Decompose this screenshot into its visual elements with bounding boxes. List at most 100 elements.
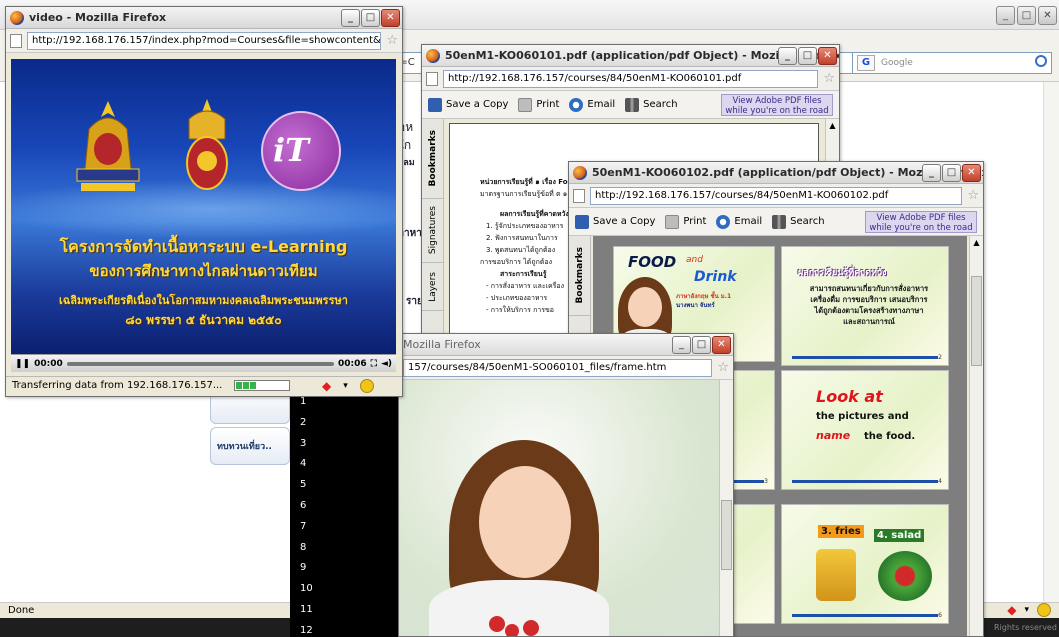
maximize-button[interactable]: □ [692, 336, 711, 354]
list-item[interactable]: 11 [290, 600, 400, 621]
frame-scrollbar[interactable] [719, 380, 733, 636]
pdf-scrollbar[interactable]: ▲ [969, 236, 983, 636]
video-player[interactable]: iT โครงการจัดทำเนื้อหาระบบ e-Learning ขอ… [11, 59, 396, 354]
list-item[interactable]: 9 [290, 558, 400, 579]
pdf-side-tabs: Bookmarks Signatures Layers [422, 119, 444, 343]
video-window: video - Mozilla Firefox _ □ ✕ http://192… [5, 6, 403, 397]
print-button[interactable]: Print [665, 214, 706, 229]
list-item[interactable]: 2 [290, 413, 400, 434]
search-placeholder: Google [881, 58, 913, 68]
close-button[interactable]: ✕ [818, 47, 837, 65]
save-copy-label: Save a Copy [593, 216, 656, 227]
slide1-title-drink: Drink [694, 269, 737, 285]
maximize-button[interactable]: □ [798, 47, 817, 65]
adobe-promo-link[interactable]: View Adobe PDF files while you're on the… [721, 93, 833, 116]
close-button[interactable]: ✕ [962, 164, 981, 182]
scroll-thumb[interactable] [971, 276, 982, 366]
dropdown-icon[interactable]: ▾ [1024, 605, 1029, 615]
search-label: Search [643, 99, 678, 110]
binoculars-icon [772, 214, 787, 229]
smiley-icon[interactable] [359, 379, 374, 393]
url-field[interactable]: http://192.168.176.157/courses/84/50enM1… [590, 186, 963, 205]
maximize-button[interactable]: □ [361, 9, 380, 27]
search-icon[interactable] [1035, 55, 1047, 67]
dropdown-icon[interactable]: ▾ [343, 381, 348, 391]
close-button[interactable]: ✕ [712, 336, 731, 354]
menu-button-label: ทบทวนเที่ยว.. [217, 442, 272, 452]
slide4-word: name [816, 429, 851, 442]
status-flag-icon[interactable]: ◆ [1007, 603, 1016, 617]
slide2-title: ผลการเรียนรู้ที่คาดหวัง [798, 268, 887, 278]
slide1-title-food: FOOD [628, 253, 677, 271]
tab-signatures[interactable]: Signatures [422, 199, 444, 263]
frame-window-titlebar[interactable]: Mozilla Firefox _ □ ✕ [399, 334, 733, 356]
video-title-line1: โครงการจัดทำเนื้อหาระบบ e-Learning [59, 237, 348, 256]
bookmark-star-icon[interactable]: ☆ [823, 71, 835, 86]
pause-icon[interactable]: ❚❚ [15, 359, 30, 369]
list-item[interactable]: 4 [290, 454, 400, 475]
scroll-thumb[interactable] [721, 500, 732, 570]
save-copy-button[interactable]: Save a Copy [428, 97, 508, 112]
minimize-button[interactable]: _ [778, 47, 797, 65]
tab-bookmarks[interactable]: Bookmarks [422, 119, 444, 199]
video-window-titlebar[interactable]: video - Mozilla Firefox _ □ ✕ [6, 7, 402, 29]
minimize-button[interactable]: _ [922, 164, 941, 182]
doc-line: มาตรฐานการเรียนรู้ข้อที่ ต ๑.๑ [480, 190, 574, 198]
list-item[interactable]: 3 [290, 434, 400, 455]
tab-layers[interactable]: Layers [422, 263, 444, 311]
scroll-up-arrow[interactable]: ▲ [970, 236, 983, 250]
maximize-button[interactable]: □ [1017, 6, 1036, 25]
slide4-line2: the pictures and [816, 411, 909, 422]
minimize-button[interactable]: _ [996, 6, 1015, 25]
tab-bookmarks[interactable]: Bookmarks [569, 236, 591, 316]
save-copy-button[interactable]: Save a Copy [575, 214, 656, 229]
footer-fragment: Rights reserved [990, 618, 1059, 637]
email-button[interactable]: Email [716, 214, 762, 229]
background-scrollbar[interactable] [1043, 82, 1059, 602]
status-text: Transferring data from 192.168.176.157..… [12, 380, 223, 391]
email-button[interactable]: Email [569, 97, 616, 112]
bookmark-star-icon[interactable]: ☆ [386, 33, 398, 48]
pdf-window-2-titlebar[interactable]: 50enM1-KO060102.pdf (application/pdf Obj… [569, 162, 983, 184]
list-item[interactable]: 7 [290, 517, 400, 538]
search-button[interactable]: Search [625, 97, 678, 112]
time-total: 00:06 [337, 358, 367, 369]
slide2-body: สามารถสนทนาเกี่ยวกับการสั่งอาหาร เครื่อง… [809, 284, 929, 326]
list-item[interactable]: 10 [290, 579, 400, 600]
slide-thumbnail-2[interactable]: ผลการเรียนรู้ที่คาดหวัง สามารถสนทนาเกี่ย… [781, 246, 949, 366]
search-button[interactable]: Search [772, 214, 825, 229]
menu-button-review[interactable]: ทบทวนเที่ยว.. [210, 427, 290, 465]
url-field[interactable]: 157/courses/84/50enM1-SO060101_files/fra… [403, 358, 713, 377]
list-item[interactable]: 5 [290, 475, 400, 496]
seek-bar[interactable] [66, 361, 334, 366]
it-logo-text: iT [273, 131, 309, 169]
maximize-button[interactable]: □ [942, 164, 961, 182]
list-item[interactable]: 6 [290, 496, 400, 517]
background-search-field[interactable]: G Google [852, 52, 1052, 74]
status-flag-icon[interactable]: ◆ [322, 379, 331, 393]
list-item[interactable]: 12 [290, 621, 400, 637]
pdf-window-1-titlebar[interactable]: 50enM1-KO060101.pdf (application/pdf Obj… [422, 45, 839, 67]
minimize-button[interactable]: _ [672, 336, 691, 354]
email-label: Email [587, 99, 616, 110]
google-icon[interactable]: G [857, 55, 875, 71]
close-button[interactable]: ✕ [381, 9, 400, 27]
scroll-up-arrow[interactable]: ▲ [826, 119, 839, 133]
print-button[interactable]: Print [518, 97, 559, 112]
bookmark-star-icon[interactable]: ☆ [967, 188, 979, 203]
firefox-icon [10, 10, 24, 25]
smiley-icon[interactable] [1037, 603, 1051, 617]
slide-thumbnail-6[interactable]: 3. fries 4. salad 6 [781, 504, 949, 624]
close-button[interactable]: ✕ [1038, 6, 1057, 25]
adobe-promo-link[interactable]: View Adobe PDF files while you're on the… [865, 210, 977, 233]
volume-icon[interactable]: ◄) [381, 359, 392, 369]
bookmark-star-icon[interactable]: ☆ [717, 360, 729, 375]
slide4-rest: the food. [864, 431, 916, 442]
minimize-button[interactable]: _ [341, 9, 360, 27]
url-field[interactable]: http://192.168.176.157/index.php?mod=Cou… [27, 31, 382, 50]
fullscreen-icon[interactable]: ⛶ [371, 359, 377, 369]
list-item[interactable]: 8 [290, 538, 400, 559]
firefox-icon [426, 48, 440, 63]
slide-thumbnail-4[interactable]: Look at the pictures and name the food. … [781, 370, 949, 490]
url-field[interactable]: http://192.168.176.157/courses/84/50enM1… [443, 69, 819, 88]
